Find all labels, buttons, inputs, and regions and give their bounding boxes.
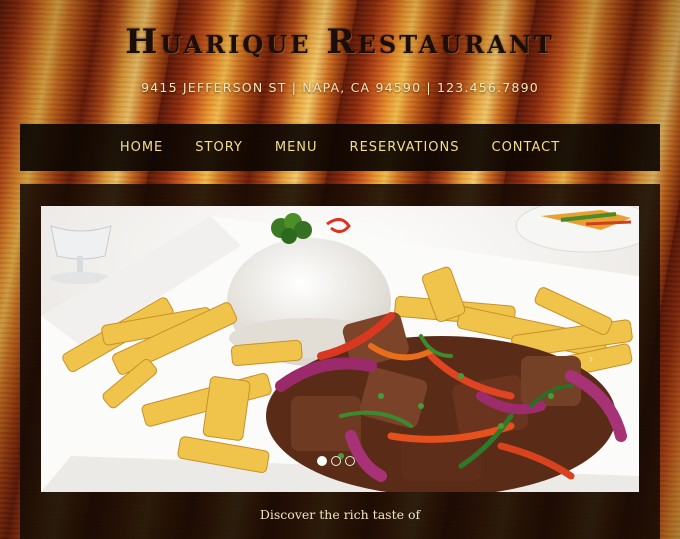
site-title: Huarique Restaurant [125, 22, 555, 62]
main-nav: HOME STORY MENU RESERVATIONS CONTACT [20, 124, 660, 171]
nav-menu[interactable]: MENU [275, 140, 318, 155]
slider-dot[interactable] [345, 456, 355, 466]
hero-tagline: Discover the rich taste of [259, 507, 421, 522]
nav-story[interactable]: STORY [195, 140, 243, 155]
slider-dot[interactable] [331, 456, 341, 466]
site-address: 9415 JEFFERSON ST | NAPA, CA 94590 | 123… [141, 80, 539, 95]
nav-home[interactable]: HOME [120, 140, 163, 155]
site-header: Huarique Restaurant 9415 JEFFERSON ST | … [0, 0, 680, 120]
nav-contact[interactable]: CONTACT [492, 140, 561, 155]
slider-next-icon[interactable]: › [584, 352, 598, 366]
slider-prev-icon[interactable]: ‹ [50, 352, 64, 366]
hero-food-image [41, 206, 639, 492]
slider-pagination [317, 456, 365, 468]
nav-reservations[interactable]: RESERVATIONS [350, 140, 460, 155]
slider-dot[interactable] [317, 456, 327, 466]
hero-slider[interactable] [41, 206, 639, 492]
